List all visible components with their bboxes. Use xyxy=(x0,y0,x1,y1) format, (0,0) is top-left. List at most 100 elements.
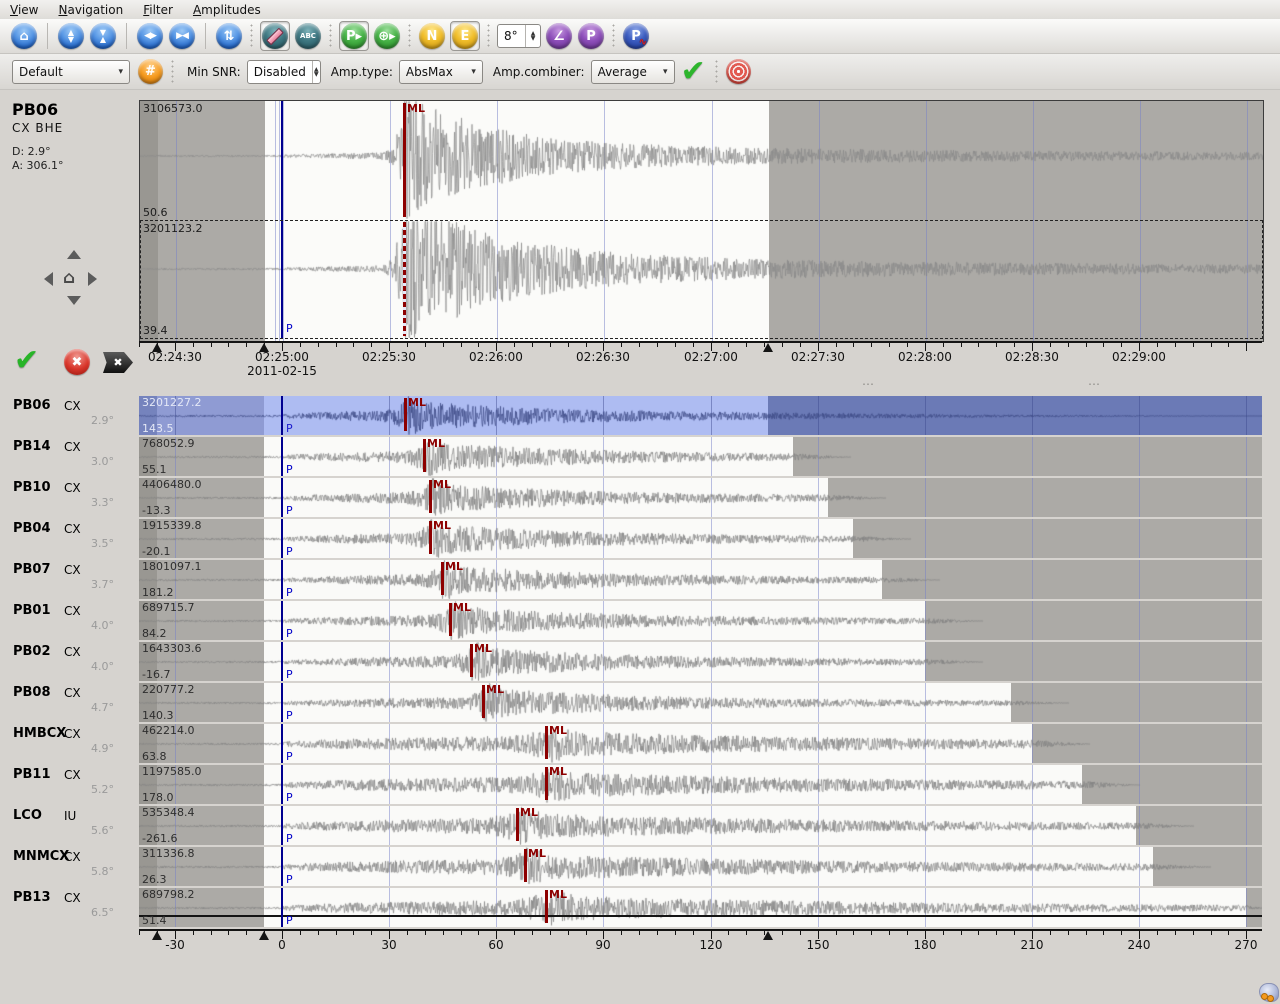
skip-station-button[interactable]: ✖ xyxy=(103,352,133,373)
spinbox-arrows-icon[interactable]: ▲▼ xyxy=(312,61,320,83)
row-trace-area[interactable]: MLP311336.826.3 xyxy=(139,847,1262,886)
station-row-pb08[interactable]: PB08CX4.7°MLP220777.2140.3 xyxy=(0,683,1280,722)
row-waveform[interactable] xyxy=(139,519,1262,558)
row-trace-area[interactable]: MLP1197585.0178.0 xyxy=(139,765,1262,804)
ml-pick-marker[interactable] xyxy=(403,103,406,217)
phase-labels-abc-icon[interactable]: ABC xyxy=(295,23,321,49)
station-row-pb13[interactable]: PB13CX6.5°MLP689798.251.4 xyxy=(0,888,1280,927)
component-e-icon[interactable]: E xyxy=(452,23,478,49)
row-trace-area[interactable]: MLP535348.4-261.6 xyxy=(139,806,1262,845)
menu-amplitudes[interactable]: Amplitudes xyxy=(183,2,271,18)
row-waveform[interactable] xyxy=(139,888,1262,927)
p-pick-marker[interactable] xyxy=(281,806,283,845)
station-row-pb02[interactable]: PB02CX4.0°MLP1643303.6-16.7 xyxy=(0,642,1280,681)
menu-filter[interactable]: Filter xyxy=(133,2,183,18)
menu-view[interactable]: View xyxy=(0,2,48,18)
station-row-pb07[interactable]: PB07CX3.7°MLP1801097.1181.2 xyxy=(0,560,1280,599)
station-row-pb10[interactable]: PB10CX3.3°MLP4406480.0-13.3 xyxy=(0,478,1280,517)
p-pick-marker[interactable] xyxy=(281,642,283,681)
row-trace-area[interactable]: MLP1643303.6-16.7 xyxy=(139,642,1262,681)
ml-pick-marker[interactable] xyxy=(429,480,432,513)
ml-pick-marker[interactable] xyxy=(429,521,432,554)
p-pick-marker[interactable] xyxy=(281,765,283,804)
ml-pick-marker[interactable] xyxy=(524,849,527,882)
spinbox-arrows-icon[interactable]: ▲▼ xyxy=(525,25,540,47)
row-trace-area[interactable]: MLP3201227.2143.5 xyxy=(139,396,1262,435)
ml-pick-marker[interactable] xyxy=(545,767,548,800)
row-trace-area[interactable]: MLP462214.063.8 xyxy=(139,724,1262,763)
window-marker-icon[interactable] xyxy=(763,343,773,352)
angle-spinbox[interactable]: 8°▲▼ xyxy=(497,24,541,48)
window-marker-icon[interactable] xyxy=(152,931,162,940)
fit-horizontal-icon[interactable]: ▶◀ xyxy=(169,23,195,49)
p-pick-marker[interactable] xyxy=(281,601,283,640)
p-pick-marker[interactable] xyxy=(281,519,283,558)
pan-home-button[interactable]: ⌂ xyxy=(63,268,75,288)
p-pick-marker[interactable] xyxy=(281,683,283,722)
hash-filter-button[interactable]: # xyxy=(138,59,163,84)
ml-pick-marker[interactable] xyxy=(441,562,444,595)
profile-combobox[interactable]: Default ▾ xyxy=(12,60,130,84)
recompute-p-icon[interactable]: P∿ xyxy=(623,23,649,49)
zoom-trace-panel[interactable]: MLP3106573.050.63201123.239.4 xyxy=(139,100,1264,342)
row-trace-area[interactable]: MLP768052.955.1 xyxy=(139,437,1262,476)
tray-plug-icon[interactable] xyxy=(1259,983,1279,1002)
row-waveform[interactable] xyxy=(139,765,1262,804)
row-waveform[interactable] xyxy=(139,437,1262,476)
row-waveform[interactable] xyxy=(139,642,1262,681)
p-pick-marker[interactable] xyxy=(281,888,283,927)
ml-pick-marker[interactable] xyxy=(404,398,407,431)
p-pick-marker[interactable] xyxy=(281,847,283,886)
component-n-icon[interactable]: N xyxy=(419,23,445,49)
accept-pick-button[interactable]: ✔ xyxy=(14,348,39,374)
ml-pick-marker[interactable] xyxy=(470,644,473,677)
station-row-pb04[interactable]: PB04CX3.5°MLP1915339.8-20.1 xyxy=(0,519,1280,558)
show-other-picks-icon[interactable]: ⊕▸ xyxy=(374,23,400,49)
station-row-pb11[interactable]: PB11CX5.2°MLP1197585.0178.0 xyxy=(0,765,1280,804)
apply-amplitudes-button[interactable]: ✔ xyxy=(681,59,706,85)
home-icon[interactable]: ⌂ xyxy=(11,23,37,49)
reject-pick-button[interactable]: ✖ xyxy=(64,349,90,375)
row-waveform[interactable] xyxy=(139,683,1262,722)
expand-vertical-icon[interactable]: ▲▼ xyxy=(58,23,84,49)
p-pick-marker[interactable] xyxy=(281,437,283,476)
row-waveform[interactable] xyxy=(139,560,1262,599)
pan-left-button[interactable] xyxy=(44,272,53,286)
amp-type-combobox[interactable]: AbsMax ▾ xyxy=(399,60,483,84)
row-trace-area[interactable]: MLP220777.2140.3 xyxy=(139,683,1262,722)
row-trace-area[interactable]: MLP689715.784.2 xyxy=(139,601,1262,640)
panel-splitter[interactable]: ⋯⋯ xyxy=(0,380,1280,394)
window-marker-icon[interactable] xyxy=(763,931,773,940)
window-marker-icon[interactable] xyxy=(259,343,269,352)
p-pick-marker[interactable] xyxy=(281,478,283,517)
row-waveform[interactable] xyxy=(139,601,1262,640)
row-waveform[interactable] xyxy=(139,724,1262,763)
p-pick-marker[interactable] xyxy=(281,560,283,599)
scale-amplitudes-icon[interactable]: ⇅ xyxy=(216,23,242,49)
row-waveform[interactable] xyxy=(139,396,1262,435)
show-p-picks-icon[interactable]: P▸ xyxy=(341,23,367,49)
ml-pick-marker[interactable] xyxy=(516,808,519,841)
ml-pick-marker[interactable] xyxy=(423,439,426,472)
fit-vertical-icon[interactable]: ▼▲ xyxy=(90,23,116,49)
station-row-pb14[interactable]: PB14CX3.0°MLP768052.955.1 xyxy=(0,437,1280,476)
station-row-pb01[interactable]: PB01CX4.0°MLP689715.784.2 xyxy=(0,601,1280,640)
recenter-target-button[interactable] xyxy=(726,59,751,84)
amplitude-pick-icon[interactable]: P xyxy=(578,23,604,49)
ml-pick-marker[interactable] xyxy=(545,726,548,759)
ml-pick-marker[interactable] xyxy=(449,603,452,636)
window-marker-icon[interactable] xyxy=(152,343,162,352)
ml-pick-marker[interactable] xyxy=(482,685,485,718)
pan-up-button[interactable] xyxy=(67,250,81,259)
row-waveform[interactable] xyxy=(139,806,1262,845)
p-pick-marker[interactable] xyxy=(281,724,283,763)
window-marker-icon[interactable] xyxy=(259,931,269,940)
pan-right-button[interactable] xyxy=(88,272,97,286)
amplitude-measure-icon[interactable]: ∠ xyxy=(546,23,572,49)
zoom-trace-1[interactable] xyxy=(140,101,1263,219)
row-trace-area[interactable]: MLP689798.251.4 xyxy=(139,888,1262,927)
station-row-mnmcx[interactable]: MNMCXCX5.8°MLP311336.826.3 xyxy=(0,847,1280,886)
station-row-hmbcx[interactable]: HMBCXCX4.9°MLP462214.063.8 xyxy=(0,724,1280,763)
expand-horizontal-icon[interactable]: ◀▶ xyxy=(137,23,163,49)
station-row-lco[interactable]: LCOIU5.6°MLP535348.4-261.6 xyxy=(0,806,1280,845)
